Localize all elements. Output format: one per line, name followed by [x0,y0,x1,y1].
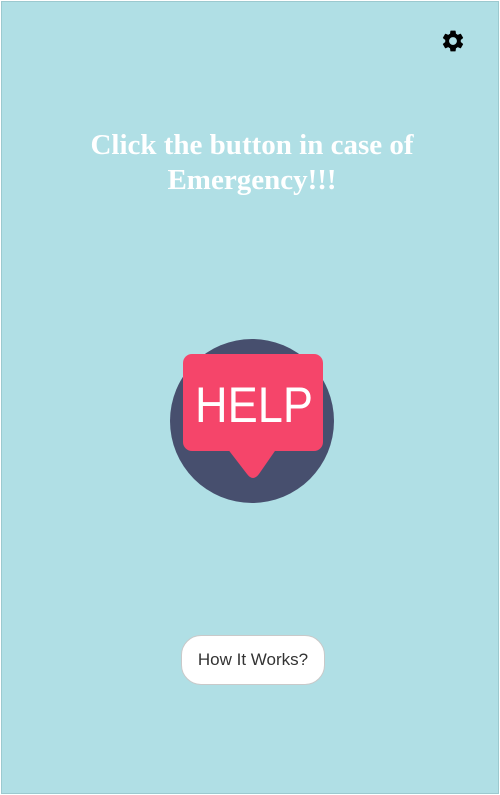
gear-icon [442,30,464,52]
help-speech-bubble-icon: HELP [170,339,334,503]
page-title: Click the button in case of Emergency!!! [90,129,414,196]
app-screen: Click the button in case of Emergency!!!… [1,1,499,794]
help-button[interactable]: HELP [167,336,337,506]
how-it-works-button[interactable]: How It Works? [181,635,325,685]
help-label: HELP [195,377,313,433]
settings-button[interactable] [438,26,468,56]
